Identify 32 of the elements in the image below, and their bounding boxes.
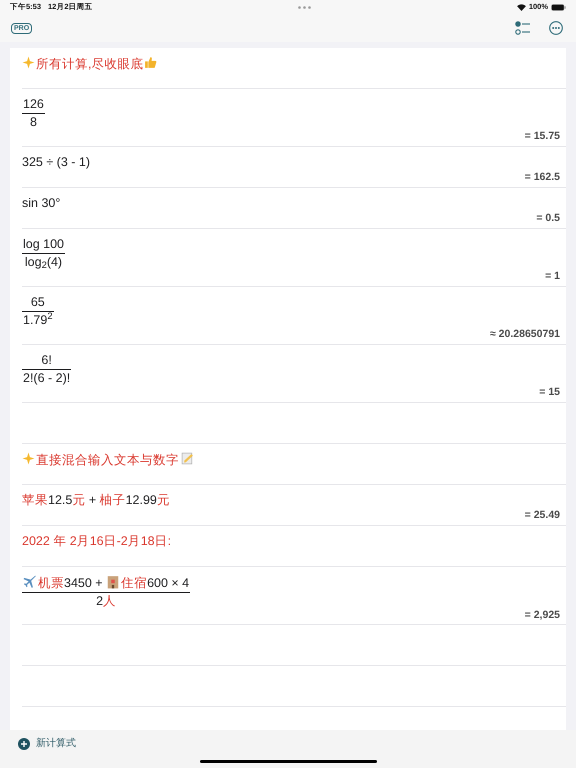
- fraction-expression[interactable]: log 100 log$_{2}$(4): [22, 237, 66, 270]
- fraction-expression[interactable]: 6! 2!(6 - 2)!: [22, 353, 72, 386]
- result-text: = 25.49: [524, 509, 561, 522]
- result-text: = 0.5: [536, 212, 561, 225]
- sparkle-icon: [22, 452, 35, 465]
- battery-icon: [551, 4, 566, 10]
- result-text: = 15: [539, 386, 561, 399]
- expression-line[interactable]: 325 ÷ (3 - 1): [22, 155, 90, 170]
- thumbs-up-icon: [144, 56, 158, 69]
- fraction-expression[interactable]: 机票3450 + 住宿600 × 4 2人: [22, 575, 190, 609]
- expression-line[interactable]: 直接混合输入文本与数字: [22, 452, 194, 468]
- result-text: = 1: [545, 270, 561, 283]
- result-text: ≈ 20.28650791: [490, 328, 561, 341]
- result-text: = 15.75: [524, 130, 561, 143]
- hotel-icon: [106, 575, 120, 589]
- multitasking-dots-icon[interactable]: [298, 6, 312, 8]
- fraction-expression[interactable]: 126 8: [22, 97, 45, 130]
- result-text: = 2,925: [524, 609, 561, 622]
- checklist-icon[interactable]: [515, 21, 531, 35]
- expression-line[interactable]: 2022 年 2月16日-2月18日:: [22, 534, 172, 549]
- result-text: = 162.5: [524, 171, 561, 184]
- expression-line[interactable]: sin 30°: [22, 196, 60, 211]
- wifi-icon: [516, 4, 526, 10]
- new-calculation-button[interactable]: 新计算式: [18, 736, 76, 751]
- more-icon[interactable]: [549, 21, 563, 35]
- add-icon: [18, 738, 30, 750]
- expression-line[interactable]: 苹果12.5元 + 柚子12.99元: [22, 493, 170, 508]
- fraction-expression[interactable]: 65 1.79$^{2}$: [22, 295, 54, 328]
- expression-line[interactable]: 所有计算,尽收眼底: [22, 56, 158, 72]
- airplane-icon: [23, 575, 37, 589]
- sparkle-icon: [22, 56, 35, 69]
- memo-icon: [181, 452, 194, 465]
